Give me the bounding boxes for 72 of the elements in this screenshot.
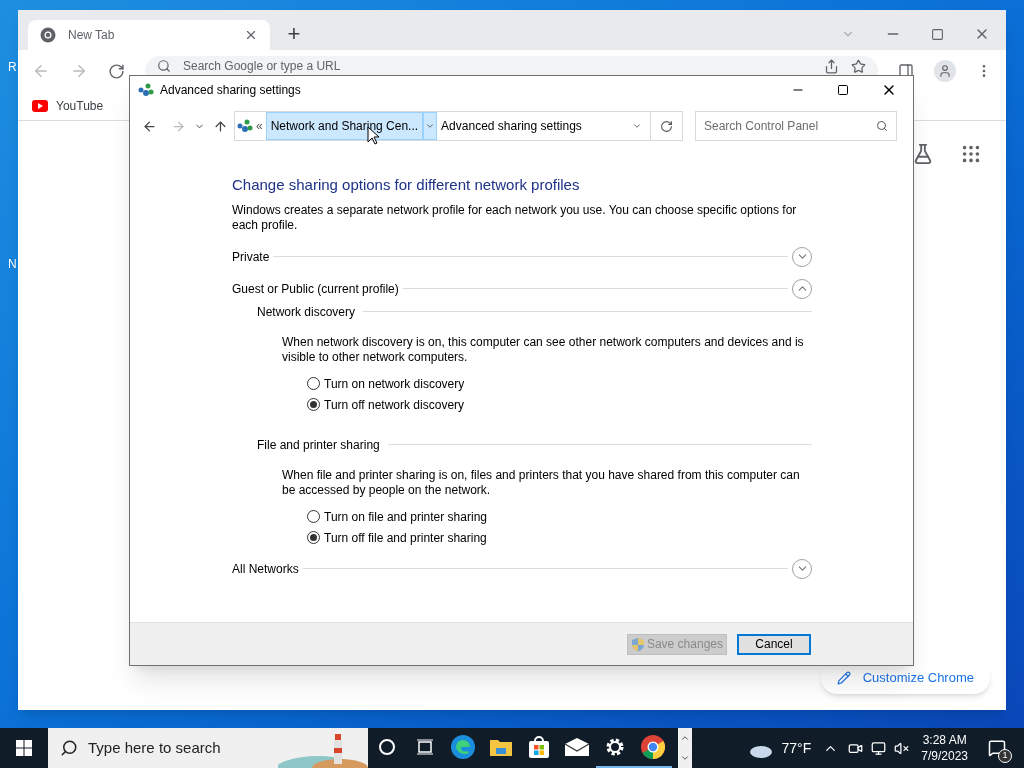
taskbar-search-field[interactable]: Type here to search [48, 728, 368, 768]
cortana-icon[interactable] [378, 738, 396, 756]
edge-icon[interactable] [450, 734, 476, 760]
network-icon[interactable] [871, 740, 887, 756]
address-bar[interactable]: « Network and Sharing Cen... Advanced sharing settings [234, 111, 651, 141]
clock[interactable]: 3:28 AM 7/9/2023 [921, 732, 968, 764]
group-description: When file and printer sharing is on, files and printers that you have shared from this computer can be accessed by people on the network. [281, 467, 801, 498]
chrome-icon [40, 27, 56, 43]
pencil-icon [836, 671, 851, 685]
tab-title: New Tab [68, 27, 116, 44]
page-description: Windows creates a separate network profile for each network you use. You can choose specific options for each profile. [232, 202, 798, 233]
refresh-button[interactable] [651, 111, 683, 141]
reload-icon[interactable] [108, 62, 125, 80]
group-title: File and printer sharing [257, 436, 380, 454]
new-tab-button[interactable]: + [282, 22, 306, 46]
maximize-icon[interactable] [837, 84, 849, 96]
profile-avatar[interactable] [934, 60, 956, 82]
desktop-icon-label: N [8, 256, 17, 273]
overflow-chevron[interactable]: « [253, 117, 266, 135]
radio-option[interactable]: Turn on file and printer sharing [307, 507, 812, 526]
network-icon [138, 83, 154, 97]
store-icon[interactable] [527, 735, 551, 759]
breadcrumb-item[interactable]: Network and Sharing Cen... [265, 112, 424, 140]
radio-button[interactable] [307, 531, 320, 544]
page-heading: Change sharing options for different network profiles [232, 175, 581, 195]
flask-icon[interactable] [912, 143, 934, 165]
notification-count: 1 [998, 749, 1012, 763]
chevron-down-icon [680, 753, 690, 763]
refresh-icon [660, 119, 673, 133]
up-icon[interactable] [213, 118, 228, 134]
desktop-icon-label: R [8, 59, 17, 76]
radio-button[interactable] [307, 398, 320, 411]
close-icon[interactable] [244, 28, 258, 42]
bookmark[interactable]: YouTube [32, 97, 104, 115]
browser-tab[interactable]: New Tab [28, 20, 270, 50]
chevron-up-icon [680, 733, 690, 743]
omnibox-placeholder: Search Google or type a URL [183, 59, 341, 73]
network-icon [237, 119, 253, 133]
star-icon[interactable] [851, 59, 866, 74]
profile-header[interactable]: Guest or Public (current profile) [232, 279, 399, 298]
radio-button[interactable] [307, 510, 320, 523]
mail-icon[interactable] [564, 737, 590, 757]
radio-option[interactable]: Turn off file and printer sharing [307, 528, 812, 547]
search-icon [60, 739, 78, 757]
shield-icon [630, 636, 645, 652]
folder-icon[interactable] [489, 737, 513, 757]
chrome-icon[interactable] [640, 734, 666, 760]
notifications-icon[interactable] [988, 739, 1006, 757]
search-field[interactable]: Search Control Panel [695, 111, 897, 141]
speaker-muted-icon[interactable] [894, 740, 910, 756]
dialog-button[interactable]: Cancel [737, 633, 811, 655]
share-icon[interactable] [824, 59, 839, 74]
profile-header[interactable]: All Networks [232, 559, 299, 578]
temperature[interactable]: 77°F [781, 737, 812, 759]
task-view-icon[interactable] [416, 738, 434, 756]
customize-chrome-button[interactable]: Customize Chrome [820, 662, 990, 694]
gear-icon[interactable] [604, 736, 626, 758]
radio-button[interactable] [307, 377, 320, 390]
play-icon [32, 100, 48, 112]
group-description: When network discovery is on, this computer can see other network computers and devices and is visible to other network computers. [281, 334, 805, 365]
group-title: Network discovery [257, 303, 356, 321]
breadcrumb-item[interactable]: Advanced sharing settings [437, 112, 586, 140]
search-icon [876, 120, 888, 132]
windows-start-icon[interactable] [16, 740, 32, 756]
profile-header[interactable]: Private [232, 247, 270, 266]
chevron-down-icon [632, 121, 642, 131]
apps-icon[interactable] [960, 143, 982, 165]
radio-option[interactable]: Turn off network discovery [307, 395, 812, 414]
chevron-down-icon [425, 121, 436, 131]
back-icon[interactable] [142, 118, 157, 134]
search-icon [157, 59, 171, 73]
radio-option[interactable]: Turn on network discovery [307, 374, 812, 393]
